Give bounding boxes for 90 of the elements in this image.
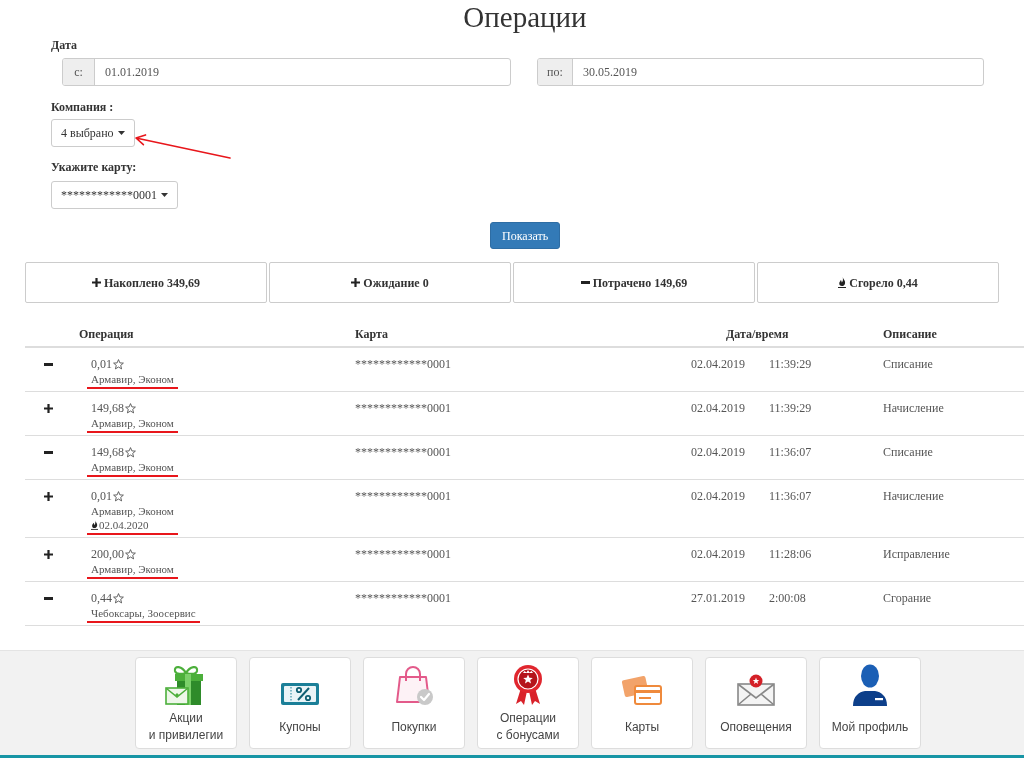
user-silhouette-icon bbox=[851, 664, 889, 706]
table-cell-text: 02.04.2019 bbox=[691, 400, 746, 416]
table-cell-text: 11:39:29 bbox=[769, 356, 813, 372]
plus-icon bbox=[44, 549, 53, 559]
field-label: Компания : bbox=[51, 99, 114, 115]
envelope-notification-icon bbox=[737, 674, 775, 706]
operation-amount: 0,01 bbox=[91, 356, 112, 373]
date-prefix: с: bbox=[63, 59, 95, 85]
table-cell-text: 2:00:08 bbox=[769, 590, 807, 606]
column-header: Карта bbox=[355, 325, 390, 343]
table-cell-text: ************0001 bbox=[355, 488, 452, 504]
nav-tile[interactable]: Операции с бонусами bbox=[477, 657, 579, 749]
company-name: Армавир, Эконом bbox=[91, 504, 174, 518]
table-cell-text: ************0001 bbox=[355, 400, 452, 416]
table-cell-text: 02.04.2019 bbox=[691, 356, 746, 372]
minus-icon bbox=[580, 281, 590, 284]
date-prefix: по: bbox=[538, 59, 573, 85]
table-cell-text: 11:36:07 bbox=[769, 488, 813, 504]
star-outline-icon bbox=[113, 490, 124, 502]
plus-icon bbox=[44, 403, 53, 413]
summary-label: Сгорело 0,44 bbox=[849, 274, 918, 292]
nav-tile[interactable]: Карты bbox=[591, 657, 693, 749]
plus-icon bbox=[92, 278, 101, 287]
table-cell-text: ************0001 bbox=[355, 546, 452, 562]
summary-label: Потрачено 149,69 bbox=[592, 274, 688, 292]
company-name: Чебоксары, Зоосервис bbox=[91, 606, 196, 620]
caret-icon bbox=[161, 193, 168, 197]
table-cell-text: Исправление bbox=[883, 546, 951, 562]
flame-icon bbox=[91, 520, 98, 530]
nav-tile[interactable]: Покупки bbox=[363, 657, 465, 749]
rosette-medal-icon bbox=[513, 664, 543, 706]
nav-tile[interactable]: Купоны bbox=[249, 657, 351, 749]
table-cell-text: ************0001 bbox=[355, 590, 452, 606]
operation-amount: 149,68 bbox=[91, 444, 124, 461]
star-outline-icon bbox=[113, 592, 124, 604]
operation-amount: 149,68 bbox=[91, 400, 124, 417]
nav-tile[interactable]: Оповещения bbox=[705, 657, 807, 749]
table-cell-text: 11:39:29 bbox=[769, 400, 813, 416]
table-cell-text: Списание bbox=[883, 356, 934, 372]
flame-icon bbox=[838, 277, 847, 288]
column-header: Описание bbox=[883, 325, 938, 343]
date-value: 01.01.2019 bbox=[104, 64, 159, 81]
company-name: Армавир, Эконом bbox=[91, 562, 174, 576]
operation-amount: 0,44 bbox=[91, 590, 112, 607]
field-label: Дата bbox=[51, 37, 77, 53]
company-name: Армавир, Эконом bbox=[91, 460, 174, 474]
date-value: 30.05.2019 bbox=[582, 64, 637, 81]
company-name: Армавир, Эконом bbox=[91, 372, 174, 386]
operation-amount: 200,00 bbox=[91, 546, 124, 563]
table-cell-text: 02.04.2019 bbox=[691, 488, 746, 504]
table-cell-text: Сгорание bbox=[883, 590, 933, 606]
table-cell-text: Начисление bbox=[883, 488, 945, 504]
table-cell-text: ************0001 bbox=[355, 444, 452, 460]
percent-coupon-icon bbox=[280, 682, 320, 706]
company-name: Армавир, Эконом bbox=[91, 416, 174, 430]
operation-amount: 0,01 bbox=[91, 488, 112, 505]
company-dropdown[interactable]: 4 выбрано bbox=[51, 119, 135, 147]
column-header: Дата/время bbox=[725, 325, 790, 343]
column-header: Операция bbox=[79, 325, 135, 343]
table-cell-text: 02.04.2019 bbox=[691, 546, 746, 562]
summary-label: Ожидание 0 bbox=[363, 274, 429, 292]
summary-label: Накоплено 349,69 bbox=[104, 274, 200, 292]
table-cell-text: Начисление bbox=[883, 400, 945, 416]
plus-icon bbox=[44, 491, 53, 501]
star-outline-icon bbox=[125, 402, 136, 414]
minus-icon bbox=[44, 596, 53, 600]
table-cell-text: 02.04.2019 bbox=[691, 444, 746, 460]
page-title: Операции bbox=[463, 0, 587, 34]
table-cell-text: 11:36:07 bbox=[769, 444, 813, 460]
card-dropdown[interactable]: ************0001 bbox=[51, 181, 178, 209]
date-input-group[interactable]: с: 01.01.2019 bbox=[62, 58, 511, 86]
table-cell-text: 11:28:06 bbox=[769, 546, 813, 562]
date-input-group[interactable]: по: 30.05.2019 bbox=[537, 58, 984, 86]
table-cell-text: Списание bbox=[883, 444, 934, 460]
star-outline-icon bbox=[125, 446, 136, 458]
expiry-date: 02.04.2020 bbox=[99, 518, 149, 532]
minus-icon bbox=[44, 362, 53, 366]
table-cell-text: 27.01.2019 bbox=[691, 590, 746, 606]
table-cell-text: ************0001 bbox=[355, 356, 452, 372]
star-outline-icon bbox=[125, 548, 136, 560]
caret-icon bbox=[117, 131, 125, 135]
plus-icon bbox=[351, 278, 361, 287]
minus-icon bbox=[44, 450, 53, 454]
field-label: Укажите карту: bbox=[51, 159, 137, 175]
nav-tile[interactable]: Мой профиль bbox=[819, 657, 921, 749]
show-button[interactable]: Показать bbox=[490, 222, 561, 249]
nav-tile[interactable]: Акции и привилегии bbox=[135, 657, 237, 749]
star-outline-icon bbox=[113, 358, 124, 370]
shopping-bag-check-icon bbox=[393, 666, 435, 706]
credit-cards-icon bbox=[621, 676, 663, 706]
